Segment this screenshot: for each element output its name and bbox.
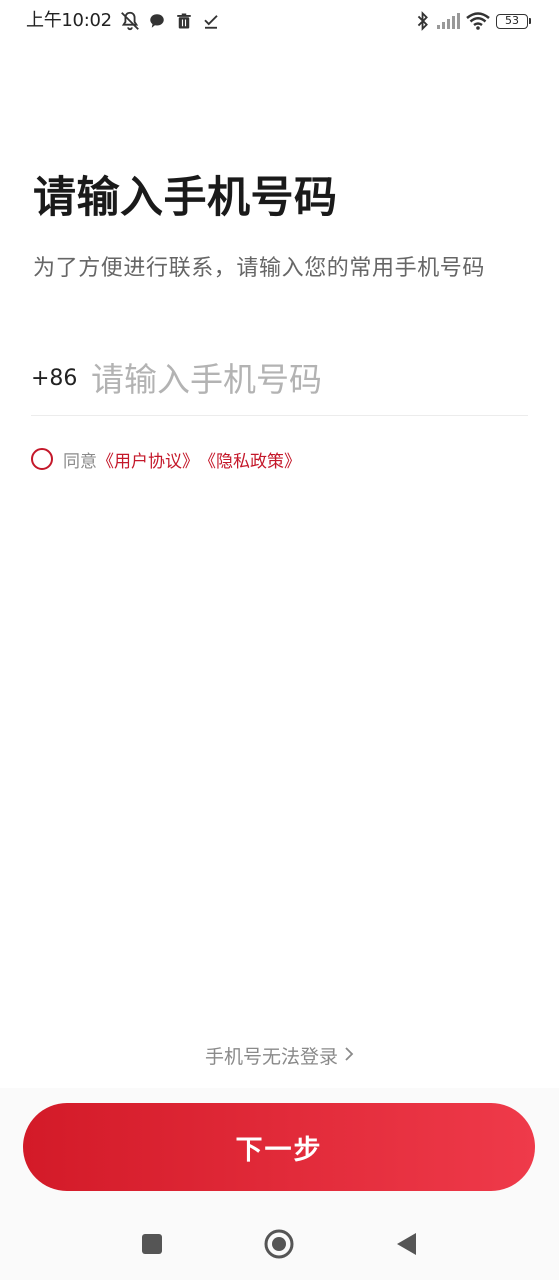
- phone-number-input[interactable]: [91, 354, 521, 404]
- agreement-prefix: 同意: [63, 451, 97, 472]
- agreement-checkbox[interactable]: [31, 448, 53, 470]
- user-agreement-link[interactable]: 《用户协议》: [97, 447, 199, 472]
- wifi-icon: [466, 9, 490, 33]
- agreement-row: 同意 《用户协议》 《隐私政策》: [31, 445, 301, 473]
- back-icon[interactable]: [390, 1228, 422, 1260]
- page-title: 请输入手机号码: [33, 173, 338, 223]
- privacy-policy-link[interactable]: 《隐私政策》: [199, 447, 301, 472]
- signal-icon: [436, 9, 460, 33]
- status-left-icons: [118, 9, 226, 33]
- page-subtitle: 为了方便进行联系，请输入您的常用手机号码: [33, 256, 486, 281]
- trash-icon: [172, 9, 196, 33]
- system-nav-bar: [0, 1214, 559, 1274]
- battery-icon: 53: [496, 9, 531, 33]
- cannot-login-link[interactable]: 手机号无法登录: [0, 1044, 559, 1070]
- next-button[interactable]: 下一步: [23, 1103, 535, 1191]
- chevron-right-icon: [344, 1043, 354, 1069]
- country-code[interactable]: +86: [31, 364, 77, 394]
- chat-bubble-icon: [145, 9, 169, 33]
- phone-input-row: +86: [31, 350, 528, 416]
- check-download-icon: [199, 9, 223, 33]
- mute-bell-icon: [118, 9, 142, 33]
- status-bar: 上午10:02 53: [0, 0, 559, 42]
- home-icon[interactable]: [263, 1228, 295, 1260]
- battery-level: 53: [496, 13, 528, 29]
- cannot-login-label: 手机号无法登录: [204, 1046, 338, 1068]
- status-time: 上午10:02: [26, 10, 112, 31]
- phone-login-screen: 上午10:02 53 请输入手机号码 为了方便进行联系，请输入您的常用手机号码 …: [0, 0, 559, 1280]
- bluetooth-icon: [416, 9, 430, 33]
- status-right-icons: 53: [410, 9, 531, 33]
- recent-apps-icon[interactable]: [136, 1228, 168, 1260]
